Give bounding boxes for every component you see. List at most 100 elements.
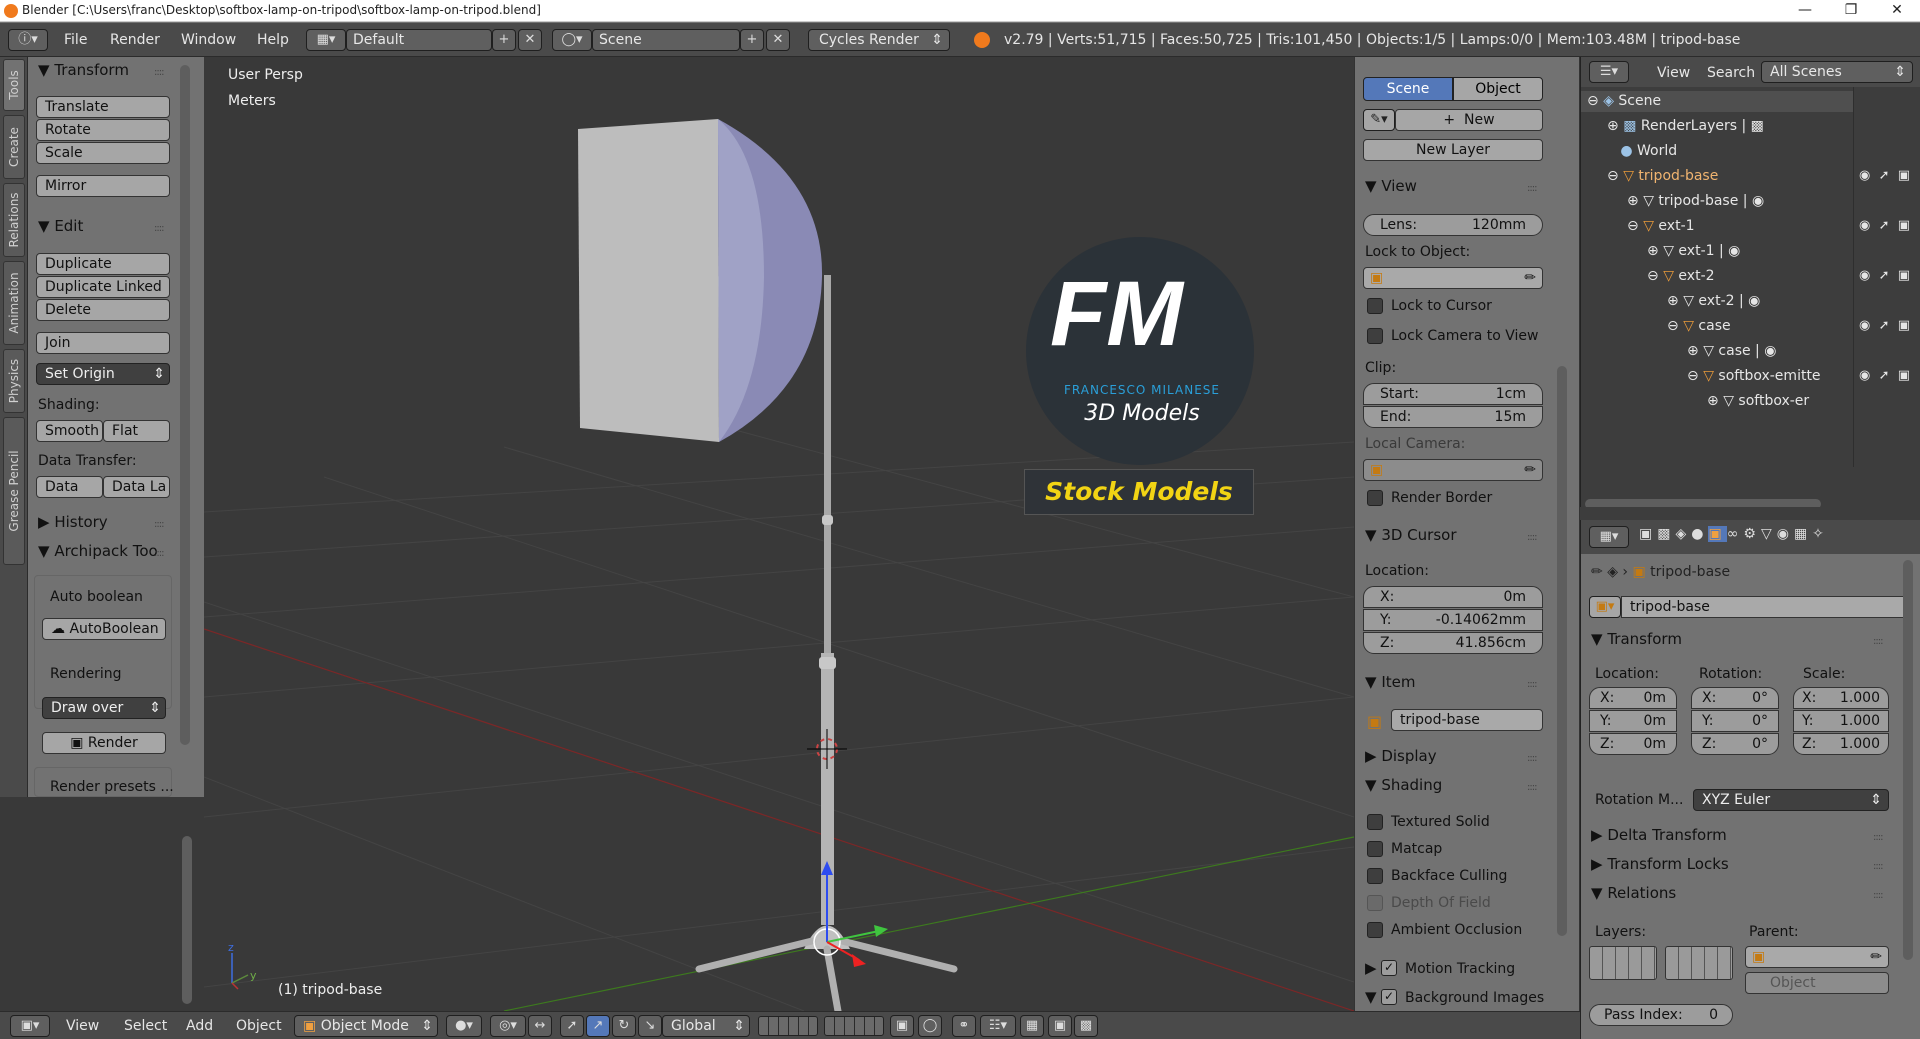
panel-grip-icon[interactable]: :::: [1873, 636, 1884, 647]
local-camera-field[interactable]: ▣ ✏ [1363, 459, 1543, 481]
outliner-ext-1-mesh[interactable]: ⊕ ▽ ext-1 | ◉ [1647, 243, 1740, 259]
remove-layout-icon[interactable]: ✕ [518, 29, 542, 51]
outliner-tripod-base-mesh[interactable]: ⊕ ▽ tripod-base | ◉ [1627, 193, 1764, 209]
panel-grip-icon[interactable]: :::: [1873, 861, 1884, 872]
archipack-panel-header[interactable]: ▼ Archipack Too [38, 542, 158, 560]
pivot-point-icon[interactable]: ◎▾ [490, 1015, 526, 1037]
edit-panel-header[interactable]: ▼ Edit [38, 217, 83, 235]
add-layout-icon[interactable]: + [492, 29, 516, 51]
flat-button[interactable]: Flat [103, 420, 170, 442]
panel-grip-icon[interactable]: :::: [154, 548, 165, 559]
rotate-button[interactable]: Rotate [36, 119, 170, 141]
render-border-checkbox[interactable] [1367, 490, 1383, 506]
panel-grip-icon[interactable]: :::: [1527, 183, 1538, 194]
display-panel-header[interactable]: ▶ Display [1365, 747, 1437, 765]
outliner-renderlayers[interactable]: ⊕ ▩ RenderLayers | ▩ [1607, 118, 1764, 134]
scale-button[interactable]: Scale [36, 142, 170, 164]
viewport-shading-icon[interactable]: ●▾ [446, 1015, 482, 1037]
auto-boolean-button[interactable]: ☁ AutoBoolean [42, 618, 166, 640]
data-layers-button[interactable]: Data La [103, 476, 170, 498]
motion-tracking-checkbox[interactable]: ✓ [1381, 960, 1397, 976]
ambient-occlusion-checkbox[interactable] [1367, 922, 1383, 938]
join-button[interactable]: Join [36, 332, 170, 354]
layers-selector-right[interactable] [824, 1016, 884, 1036]
menu-select[interactable]: Select [124, 1018, 167, 1034]
panel-grip-icon[interactable]: :::: [1527, 782, 1538, 793]
object-browse-icon[interactable]: ▣▾ [1589, 596, 1621, 618]
panel-grip-icon[interactable]: :::: [154, 67, 165, 78]
outliner-restrict-icons[interactable]: ◉ ➚ ▣ [1859, 268, 1910, 283]
render-animation-icon[interactable]: ▩ [1074, 1015, 1098, 1037]
tab-relations[interactable]: Relations [3, 183, 25, 257]
textured-solid-checkbox[interactable] [1367, 814, 1383, 830]
layers-grid-right[interactable] [1665, 946, 1733, 980]
editor-type-3d-icon[interactable]: ▣▾ [10, 1015, 50, 1037]
new-button[interactable]: + New [1395, 109, 1543, 131]
menu-file[interactable]: File [64, 32, 87, 48]
props-transform-header[interactable]: ▼ Transform [1591, 630, 1682, 648]
screen-layout-field[interactable]: Default [346, 29, 492, 51]
menu-view[interactable]: View [66, 1018, 99, 1034]
cursor-y-field[interactable]: Y: -0.14062mm [1363, 609, 1543, 631]
move-manipulator-icon[interactable]: ↗ [586, 1015, 610, 1037]
maximize-icon[interactable]: ❐ [1828, 0, 1874, 22]
outliner-editor-icon[interactable]: ☰▾ [1589, 61, 1629, 83]
lock-camera-checkbox[interactable] [1367, 328, 1383, 344]
rotate-manipulator-icon[interactable]: ↻ [612, 1015, 636, 1037]
shading-panel-header[interactable]: ▼ Shading [1365, 776, 1442, 794]
lock-to-cursor-checkbox[interactable] [1367, 298, 1383, 314]
outliner-softbox-mesh[interactable]: ⊕ ▽ softbox-er [1707, 393, 1855, 409]
depth-of-field-checkbox[interactable] [1367, 895, 1383, 911]
clip-start-field[interactable]: Start: 1cm [1363, 383, 1543, 405]
outliner-tripod-base[interactable]: ⊖ ▽ tripod-base [1607, 168, 1718, 184]
cursor-x-field[interactable]: X: 0m [1363, 586, 1543, 608]
screen-layout-icon[interactable]: ▦▾ [306, 29, 346, 51]
outliner-restrict-icons[interactable]: ◉ ➚ ▣ [1859, 218, 1910, 233]
location-z-field[interactable]: Z: 0m [1589, 733, 1677, 755]
motion-tracking-header[interactable]: ▶ [1365, 959, 1377, 977]
smooth-button[interactable]: Smooth [36, 420, 103, 442]
scale-manipulator-icon[interactable]: ↘ [638, 1015, 662, 1037]
outliner-restrict-icons[interactable]: ◉ ➚ ▣ [1859, 168, 1910, 183]
layers-grid-left[interactable] [1589, 946, 1657, 980]
editor-type-info-icon[interactable]: ⓘ▾ [8, 29, 48, 51]
outliner-scene[interactable]: ⊖ ◈ Scene [1587, 93, 1661, 109]
draw-over-select[interactable]: Draw over ⇕ [42, 697, 166, 719]
tab-object[interactable]: Object [1453, 77, 1543, 101]
tool-shelf-scrollbar[interactable] [180, 65, 190, 745]
lens-field[interactable]: Lens: 120mm [1363, 214, 1543, 236]
snap-target-icon[interactable]: ▦ [1020, 1015, 1044, 1037]
duplicate-linked-button[interactable]: Duplicate Linked [36, 276, 170, 298]
rotation-mode-select[interactable]: XYZ Euler ⇕ [1693, 789, 1889, 811]
outliner-case-mesh[interactable]: ⊕ ▽ case | ◉ [1687, 343, 1776, 359]
proportional-edit-icon[interactable]: ◯ [918, 1015, 942, 1037]
scale-x-field[interactable]: X: 1.000 [1793, 687, 1889, 709]
npanel-scrollbar[interactable] [1557, 366, 1567, 936]
render-engine-select[interactable]: Cycles Render ⇕ [808, 29, 950, 51]
render-presets-label[interactable]: Render presets ... [50, 779, 174, 795]
layers-selector-left[interactable] [758, 1016, 818, 1036]
scene-field[interactable]: Scene [592, 29, 740, 51]
panel-grip-icon[interactable]: :::: [154, 223, 165, 234]
panel-grip-icon[interactable]: :::: [1873, 890, 1884, 901]
outliner-ext-2[interactable]: ⊖ ▽ ext-2 [1647, 268, 1715, 284]
outliner-world[interactable]: ● World [1607, 143, 1677, 159]
backface-culling-checkbox[interactable] [1367, 868, 1383, 884]
object-name-field[interactable]: tripod-base [1621, 596, 1911, 618]
menu-object[interactable]: Object [236, 1018, 282, 1034]
outliner-view-menu[interactable]: View [1657, 65, 1690, 81]
data-button[interactable]: Data [36, 476, 103, 498]
outliner-case[interactable]: ⊖ ▽ case [1667, 318, 1731, 334]
parent-field[interactable]: ▣ ✏ [1745, 946, 1889, 968]
tab-scene[interactable]: Scene [1363, 77, 1453, 101]
translate-button[interactable]: Translate [36, 96, 170, 118]
menu-render[interactable]: Render [110, 32, 160, 48]
rotation-x-field[interactable]: X: 0° [1691, 687, 1779, 709]
delta-transform-header[interactable]: ▶ Delta Transform [1591, 826, 1727, 844]
view-panel-header[interactable]: ▼ View [1365, 177, 1417, 195]
outliner-ext-1[interactable]: ⊖ ▽ ext-1 [1627, 218, 1695, 234]
pencil-icon[interactable]: ✎▾ [1363, 109, 1395, 131]
scale-z-field[interactable]: Z: 1.000 [1793, 733, 1889, 755]
tab-create[interactable]: Create [3, 115, 25, 179]
cursor-panel-header[interactable]: ▼ 3D Cursor [1365, 526, 1456, 544]
